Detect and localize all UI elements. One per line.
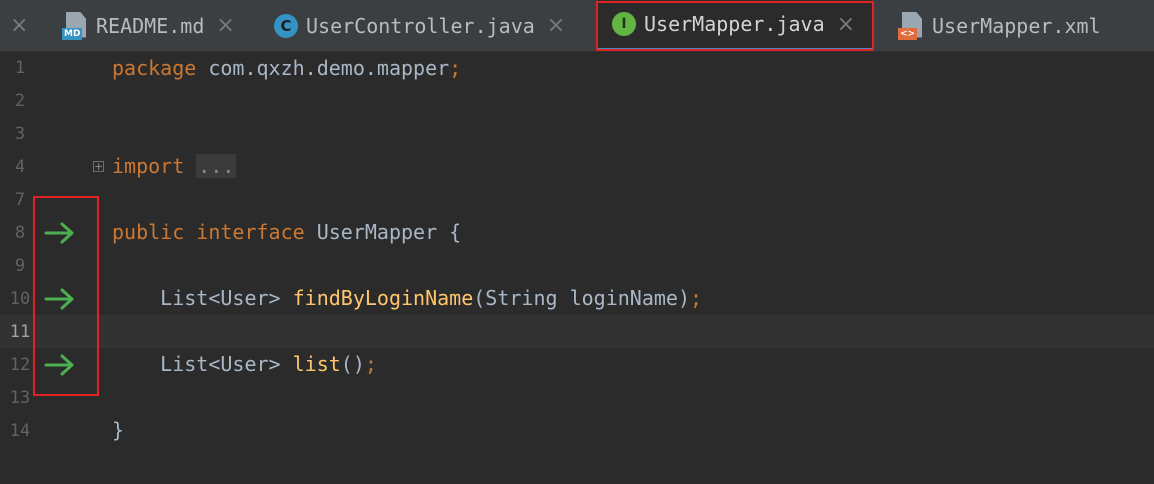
code-line-14: } bbox=[112, 418, 125, 442]
close-icon[interactable]: × bbox=[837, 12, 855, 37]
line-number: 13 bbox=[9, 388, 31, 408]
code-line-8: public interface UserMapper { bbox=[112, 220, 462, 244]
editor-tab-bar: × MD README.md × C UserController.java ×… bbox=[0, 0, 1154, 52]
tab-label: UserMapper.xml bbox=[932, 13, 1101, 38]
line-number: 12 bbox=[9, 355, 31, 375]
tab-label: UserController.java bbox=[306, 13, 535, 38]
close-icon[interactable]: × bbox=[10, 0, 28, 51]
line-number: 14 bbox=[9, 421, 31, 441]
interface-icon: I bbox=[612, 12, 636, 36]
xml-file-icon: <> bbox=[898, 11, 924, 40]
line-number: 1 bbox=[14, 58, 26, 78]
line-number: 3 bbox=[14, 124, 26, 144]
tab-label: UserMapper.java bbox=[644, 12, 825, 36]
current-line-highlight bbox=[0, 315, 1154, 348]
tab-user-mapper-java[interactable]: I UserMapper.java × bbox=[598, 0, 872, 51]
fold-expand-icon[interactable]: + bbox=[93, 161, 104, 172]
tab-user-controller[interactable]: C UserController.java × bbox=[274, 0, 565, 51]
tab-readme[interactable]: MD README.md × bbox=[62, 0, 235, 51]
folded-imports[interactable]: ... bbox=[196, 154, 237, 178]
tab-label: README.md bbox=[96, 13, 205, 38]
code-line-1: package com.qxzh.demo.mapper; bbox=[112, 56, 462, 80]
line-number: 4 bbox=[14, 157, 26, 177]
line-number-current: 11 bbox=[9, 322, 31, 342]
go-to-implementation-icon[interactable] bbox=[44, 287, 76, 311]
tab-user-mapper-xml[interactable]: <> UserMapper.xml bbox=[898, 0, 1101, 51]
line-number: 10 bbox=[9, 289, 31, 309]
line-number: 9 bbox=[14, 256, 26, 276]
close-icon[interactable]: × bbox=[547, 13, 565, 38]
code-line-12: List<User> list(); bbox=[160, 352, 377, 376]
line-number: 2 bbox=[14, 91, 26, 111]
line-number: 7 bbox=[14, 190, 26, 210]
code-line-4: import ... bbox=[112, 154, 237, 178]
close-icon[interactable]: × bbox=[216, 13, 234, 38]
class-icon: C bbox=[274, 13, 298, 38]
go-to-implementation-icon[interactable] bbox=[44, 353, 76, 377]
code-line-10: List<User> findByLoginName(String loginN… bbox=[160, 286, 703, 310]
line-number: 8 bbox=[14, 223, 26, 243]
markdown-file-icon: MD bbox=[62, 11, 88, 40]
go-to-implementation-icon[interactable] bbox=[44, 221, 76, 245]
